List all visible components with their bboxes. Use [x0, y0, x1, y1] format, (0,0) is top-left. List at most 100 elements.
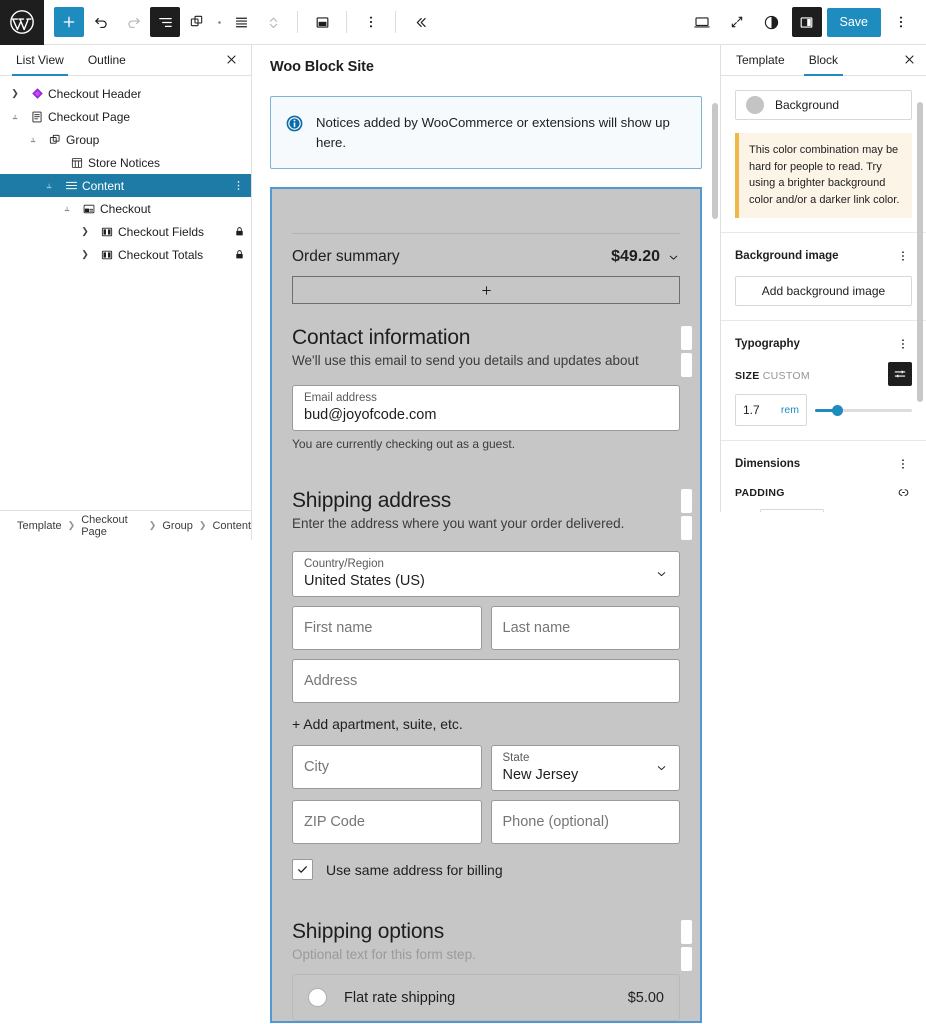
list-item-content[interactable]: ⥿ Content [0, 174, 251, 197]
list-item-group[interactable]: ⥿ Group [0, 128, 251, 151]
move-updown-button[interactable] [258, 7, 288, 37]
breadcrumb-item-group[interactable]: Group [162, 520, 193, 532]
chevron-down-icon[interactable]: ⥿ [38, 180, 60, 191]
same-address-checkbox-row[interactable]: Use same address for billing [292, 859, 680, 880]
align-lines-icon[interactable] [226, 7, 256, 37]
site-logo-diamond-icon [26, 86, 48, 101]
store-notices-block[interactable]: Notices added by WooCommerce or extensio… [270, 96, 702, 169]
editor-canvas: Woo Block Site Notices added by WooComme… [252, 45, 720, 1024]
add-block-button[interactable] [54, 7, 84, 37]
breadcrumb-item-template[interactable]: Template [17, 520, 62, 532]
same-address-checkbox[interactable] [292, 859, 313, 880]
same-address-label: Use same address for billing [326, 862, 503, 878]
chevron-down-icon[interactable]: ⥿ [56, 203, 78, 214]
tab-block[interactable]: Block [797, 53, 850, 75]
list-view-toggle[interactable] [150, 7, 180, 37]
unlink-icon[interactable] [894, 483, 912, 501]
padding-label: PADDING [735, 487, 785, 499]
tab-template[interactable]: Template [724, 53, 797, 75]
chevron-down-icon[interactable] [655, 762, 668, 775]
editor-top-toolbar: Save [0, 0, 926, 45]
shipping-address-section: Shipping address Enter the address where… [292, 489, 680, 531]
list-item-checkout-totals[interactable]: ❯ Checkout Totals [0, 243, 251, 266]
contact-information-subtitle: We'll use this email to send you details… [292, 353, 680, 368]
zip-code-input[interactable]: ZIP Code [292, 800, 482, 844]
vertical-dots-icon[interactable] [894, 247, 912, 265]
close-icon[interactable] [898, 48, 920, 70]
city-state-row: City State New Jersey [292, 745, 680, 791]
half-circle-icon[interactable] [757, 7, 787, 37]
wordpress-logo-icon[interactable] [0, 0, 44, 45]
font-size-label-row: SIZE CUSTOM [735, 353, 912, 386]
content-lines-icon [60, 178, 82, 193]
breadcrumb-item-content[interactable]: Content [212, 520, 251, 532]
chevron-right-icon[interactable]: ❯ [74, 249, 96, 260]
block-marker-icon [681, 920, 692, 944]
block-pattern-button[interactable] [182, 7, 212, 37]
font-size-input[interactable]: 1.7 rem [735, 394, 807, 426]
email-field[interactable]: Email address bud@joyofcode.com [292, 385, 680, 431]
font-size-slider[interactable] [815, 404, 912, 416]
collapse-toolbar-button[interactable] [405, 7, 435, 37]
contact-information-title: Contact information [292, 326, 680, 350]
close-icon[interactable] [219, 47, 243, 71]
block-select-button[interactable] [307, 7, 337, 37]
block-appender-button[interactable] [292, 276, 680, 304]
font-size-value: 1.7 [743, 403, 760, 417]
country-region-select[interactable]: Country/Region United States (US) [292, 551, 680, 597]
font-size-unit[interactable]: rem [781, 404, 799, 416]
canvas-scrollbar[interactable] [712, 103, 718, 219]
vertical-dots-icon[interactable] [894, 335, 912, 353]
more-menu-button[interactable] [886, 7, 916, 37]
background-color-button[interactable]: Background [735, 90, 912, 120]
chevron-right-icon[interactable]: ❯ [4, 88, 26, 99]
checkout-icon [78, 202, 100, 216]
address-input[interactable]: Address [292, 659, 680, 703]
phone-input[interactable]: Phone (optional) [491, 800, 681, 844]
list-item-checkout[interactable]: ⥿ Checkout [0, 197, 251, 220]
order-summary-header[interactable]: Order summary $49.20 [292, 234, 680, 276]
contact-information-section: Contact information We'll use this email… [292, 326, 680, 368]
redo-button[interactable] [118, 7, 148, 37]
color-swatch [746, 96, 764, 114]
list-item-label: Checkout Fields [118, 225, 204, 239]
breadcrumb: Template ❯ Checkout Page ❯ Group ❯ Conte… [0, 510, 251, 540]
expand-arrows-icon[interactable] [722, 7, 752, 37]
padding-top-input[interactable]: 20 px [760, 509, 824, 512]
list-item-options-button[interactable] [226, 179, 245, 192]
list-item-checkout-header[interactable]: ❯ Checkout Header [0, 82, 251, 105]
chevron-down-icon[interactable]: ⥿ [4, 111, 26, 122]
tab-outline[interactable]: Outline [76, 53, 138, 75]
last-name-input[interactable]: Last name [491, 606, 681, 650]
size-toggle-icon[interactable] [888, 362, 912, 386]
shipping-method-option[interactable]: Flat rate shipping $5.00 [292, 974, 680, 1021]
first-name-input[interactable]: First name [292, 606, 482, 650]
add-background-image-button[interactable]: Add background image [735, 276, 912, 306]
list-item-checkout-page[interactable]: ⥿ Checkout Page [0, 105, 251, 128]
chevron-down-icon[interactable] [655, 568, 668, 581]
slider-knob[interactable] [832, 405, 843, 416]
checkout-block[interactable]: Order summary $49.20 Contact in [270, 187, 702, 1023]
dimensions-title: Dimensions [735, 458, 800, 470]
list-item-checkout-fields[interactable]: ❯ Checkout Fields [0, 220, 251, 243]
breadcrumb-item-checkout-page[interactable]: Checkout Page [81, 514, 143, 538]
block-options-button[interactable] [356, 7, 386, 37]
chevron-down-icon[interactable]: ⥿ [22, 134, 44, 145]
sidebar-panel-icon[interactable] [792, 7, 822, 37]
info-circle-icon [285, 114, 304, 152]
vertical-dots-icon[interactable] [894, 455, 912, 473]
shipping-method-radio[interactable] [308, 988, 327, 1007]
add-apartment-link[interactable]: + Add apartment, suite, etc. [292, 716, 680, 732]
toolbar-left-group [44, 7, 435, 37]
save-button[interactable]: Save [827, 8, 882, 37]
tab-list-view[interactable]: List View [4, 53, 76, 75]
state-select[interactable]: State New Jersey [491, 745, 681, 791]
sidebar-scrollbar[interactable] [917, 102, 923, 402]
list-item-store-notices[interactable]: Store Notices [0, 151, 251, 174]
undo-button[interactable] [86, 7, 116, 37]
chevron-down-icon[interactable] [667, 251, 680, 264]
city-input[interactable]: City [292, 745, 482, 789]
chevron-right-icon[interactable]: ❯ [74, 226, 96, 237]
settings-tabs: Template Block [721, 45, 926, 76]
desktop-icon[interactable] [687, 7, 717, 37]
